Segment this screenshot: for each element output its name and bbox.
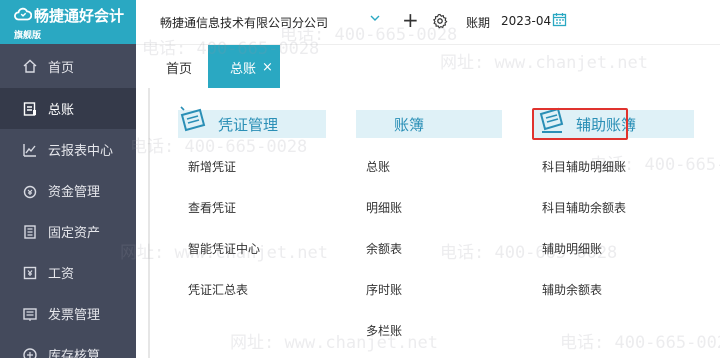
link-journal[interactable]: 序时账 [366,281,402,322]
sidebar-item-invoice[interactable]: 发票管理 [0,293,136,334]
link-smart-voucher-center[interactable]: 智能凭证中心 [188,240,260,281]
main-content: 电话: 400-665-0028 电话: 400-665-0028 网址: ww… [120,25,720,358]
sidebar-item-label: 发票管理 [48,308,101,323]
asset-icon [22,224,38,240]
link-multi-column-ledger[interactable]: 多栏账 [366,322,402,358]
inventory-icon [22,347,38,358]
brand-edition: 旗舰版 [14,31,42,41]
chevron-down-icon[interactable] [369,12,381,24]
tab-label: 总账 [230,61,257,77]
sidebar-nav: 首页 总账 云报表中心 资金管理 固定资产 工资 发票管理 库存核算 [0,44,136,358]
link-subject-aux-balance[interactable]: 科目辅助余额表 [542,199,626,240]
sidebar-item-label: 资金管理 [48,185,101,200]
tab-home[interactable]: 首页 [166,45,192,89]
sidebar-item-label: 总账 [48,103,75,118]
sidebar-item-label: 首页 [48,60,75,76]
sidebar-item-inventory[interactable]: 库存核算 [0,334,136,358]
voucher-icon [180,106,206,132]
section-title: 账簿 [394,115,425,134]
top-bar: 畅捷通信息技术有限公司分公司 + 账期 2023-04 [136,0,720,44]
section-voucher-header: 凭证管理 [178,106,326,138]
cloud-logo-icon [14,7,32,21]
voucher-links: 新增凭证 查看凭证 智能凭证中心 凭证汇总表 [188,158,260,322]
link-voucher-summary[interactable]: 凭证汇总表 [188,281,260,322]
money-icon [22,183,38,199]
add-icon[interactable]: + [402,8,419,32]
sidebar-item-label: 固定资产 [48,226,101,241]
link-general-ledger[interactable]: 总账 [366,158,402,199]
tab-ledger[interactable]: 总账 × [208,45,280,89]
link-new-voucher[interactable]: 新增凭证 [188,158,260,199]
sidebar-item-home[interactable]: 首页 [0,44,136,88]
link-aux-balance[interactable]: 辅助余额表 [542,281,626,322]
home-icon [22,58,38,74]
salary-icon [22,265,38,281]
auxiliary-links: 科目辅助明细账 科目辅助余额表 辅助明细账 辅助余额表 [542,158,626,322]
ledger-icon [22,101,38,117]
sidebar-item-label: 云报表中心 [48,144,114,159]
section-title: 凭证管理 [218,115,279,134]
link-detail-ledger[interactable]: 明细账 [366,199,402,240]
brand-name: 畅捷通好会计 [34,7,125,25]
sidebar-item-label: 工资 [48,267,75,282]
link-balance-sheet[interactable]: 余额表 [366,240,402,281]
period-label: 账期 [466,16,491,30]
sidebar-item-assets[interactable]: 固定资产 [0,211,136,252]
sidebar-item-salary[interactable]: 工资 [0,252,136,293]
books-links: 总账 明细账 余额表 序时账 多栏账 [366,158,402,358]
link-subject-aux-detail[interactable]: 科目辅助明细账 [542,158,626,199]
invoice-icon [22,306,38,322]
sidebar: 畅捷通好会计 旗舰版 首页 总账 云报表中心 资金管理 固定资产 工资 发票管理… [0,0,136,358]
section-books-header: 账簿 [356,110,502,138]
sidebar-item-reports[interactable]: 云报表中心 [0,129,136,170]
sidebar-item-ledger[interactable]: 总账 [0,88,136,129]
period-value[interactable]: 2023-04 [501,14,551,28]
link-view-voucher[interactable]: 查看凭证 [188,199,260,240]
sidebar-item-funds[interactable]: 资金管理 [0,170,136,211]
company-selector[interactable]: 畅捷通信息技术有限公司分公司 [160,14,328,31]
watermark-site: 网址: www.chanjet.net [230,333,438,353]
tab-bar: 首页 总账 × [136,44,720,89]
gear-icon[interactable] [432,13,448,29]
sidebar-item-label: 库存核算 [48,349,101,358]
close-icon[interactable]: × [262,60,273,75]
brand-logo[interactable]: 畅捷通好会计 旗舰版 [0,0,136,44]
highlight-box [532,108,628,140]
chart-icon [22,142,38,158]
watermark-phone: 电话: 400-665-0028 [560,333,720,353]
calendar-icon[interactable] [552,12,567,27]
link-aux-detail[interactable]: 辅助明细账 [542,240,626,281]
